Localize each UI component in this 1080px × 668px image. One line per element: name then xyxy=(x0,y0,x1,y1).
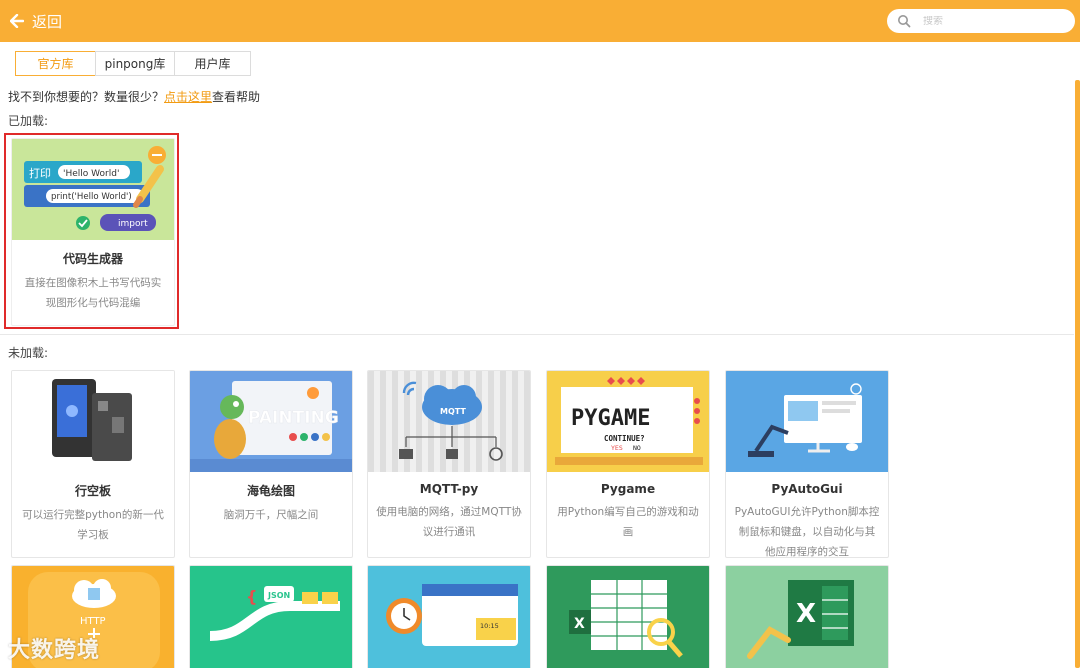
card-excel-a[interactable]: X xyxy=(546,565,710,668)
calendar-clock-illustration: 10:15 xyxy=(368,566,530,668)
card-excel-b[interactable]: X xyxy=(725,565,889,668)
thumb-continue: CONTINUE? xyxy=(604,434,645,443)
search-icon xyxy=(898,15,911,28)
top-bar: 返回 xyxy=(0,0,1080,42)
library-tabs: 官方库 pinpong库 用户库 xyxy=(15,51,251,76)
card-thumbnail: 打印 'Hello World' print('Hello World') im… xyxy=(12,139,174,240)
card-title: PyAutoGui xyxy=(771,482,843,496)
thumb-excel-a: X xyxy=(574,616,585,632)
card-desc: 使用电脑的网络，通过MQTT协议进行通讯 xyxy=(376,506,522,538)
card-json[interactable]: { JSON xyxy=(189,565,353,668)
card-title: Pygame xyxy=(600,482,656,496)
watermark: 大数跨境 xyxy=(8,638,101,663)
thumb-import: import xyxy=(118,219,148,229)
tab-pinpong[interactable]: pinpong库 xyxy=(95,51,175,76)
thumb-no: NO xyxy=(633,444,641,452)
card-thumbnail: MQTT xyxy=(368,371,530,472)
card-desc: 可以运行完整python的新一代学习板 xyxy=(22,509,164,541)
excel-search-illustration: X xyxy=(547,566,709,668)
pygame-illustration: PYGAME CONTINUE? YES NO xyxy=(547,371,709,472)
thumb-print-call: print('Hello World') xyxy=(51,192,132,202)
loaded-section-label: 已加载: xyxy=(8,114,49,128)
card-pyautogui[interactable]: PyAutoGui PyAutoGUI允许Python脚本控制鼠标和键盘，以自动… xyxy=(725,370,889,558)
card-thumbnail: 10:15 xyxy=(368,566,530,668)
card-title: MQTT-py xyxy=(419,482,479,496)
thumb-print-block: 打印 xyxy=(29,166,51,180)
arrow-left-icon xyxy=(10,14,24,28)
thumb-hello: 'Hello World' xyxy=(63,169,119,179)
brace-icon: { xyxy=(246,587,257,606)
thumb-json: JSON xyxy=(267,591,290,600)
card-thumbnail: X xyxy=(726,566,888,668)
section-divider xyxy=(0,334,1074,335)
search-box[interactable] xyxy=(887,9,1075,33)
thumb-painting: PAINTING xyxy=(248,408,339,428)
card-desc: PyAutoGUI允许Python脚本控制鼠标和键盘，以自动化与其他应用程序的交… xyxy=(734,506,880,558)
card-time[interactable]: 10:15 xyxy=(367,565,531,668)
card-code-generator[interactable]: 打印 'Hello World' print('Hello World') im… xyxy=(11,138,175,326)
thumb-time: 10:15 xyxy=(480,622,499,630)
excel-illustration: X xyxy=(726,566,888,668)
card-mqtt[interactable]: MQTT MQTT-py 使用电脑的网络，通过MQTT协议进行通讯 xyxy=(367,370,531,558)
card-desc: 脑洞万千，尺幅之间 xyxy=(223,509,319,521)
card-title: 海龟绘图 xyxy=(246,484,295,498)
json-illustration: { JSON xyxy=(190,566,352,668)
thumb-http: HTTP xyxy=(80,616,106,627)
back-button[interactable]: 返回 xyxy=(10,11,62,31)
card-desc: 直接在图像积木上书写代码实现图形化与代码混编 xyxy=(24,277,162,309)
unloaded-section-label: 未加载: xyxy=(8,346,49,360)
help-text: 找不到你想要的？数量很少？点击这里查看帮助 xyxy=(8,88,260,105)
card-title: 行空板 xyxy=(74,484,111,498)
search-input[interactable] xyxy=(923,15,1063,27)
cloud-network-illustration: MQTT xyxy=(399,381,503,461)
thumb-mqtt: MQTT xyxy=(440,407,466,416)
card-title: 代码生成器 xyxy=(62,252,123,266)
card-thumbnail: PYGAME CONTINUE? YES NO xyxy=(547,371,709,472)
back-label: 返回 xyxy=(32,12,63,31)
scrollbar[interactable] xyxy=(1075,80,1080,668)
card-thumbnail xyxy=(726,371,888,472)
board-illustration xyxy=(52,379,132,461)
card-desc: 用Python编写自己的游戏和动画 xyxy=(557,506,699,538)
tab-user[interactable]: 用户库 xyxy=(174,51,251,76)
thumb-yes: YES xyxy=(611,444,623,452)
card-unihiker[interactable]: 行空板 可以运行完整python的新一代学习板 xyxy=(11,370,175,558)
card-thumbnail: X xyxy=(547,566,709,668)
painting-illustration: PAINTING xyxy=(190,371,352,472)
card-turtle[interactable]: PAINTING 海龟绘图 脑洞万千，尺幅之间 xyxy=(189,370,353,558)
tab-official[interactable]: 官方库 xyxy=(15,51,96,76)
help-prefix: 找不到你想要的？数量很少？ xyxy=(8,90,165,104)
unload-icon[interactable] xyxy=(148,146,166,164)
thumb-excel-b: X xyxy=(796,599,816,629)
card-thumbnail: { JSON xyxy=(190,566,352,668)
help-link[interactable]: 点击这里 xyxy=(164,90,212,104)
thumb-pygame-logo: PYGAME xyxy=(571,406,650,431)
card-thumbnail xyxy=(12,371,174,472)
card-pygame[interactable]: PYGAME CONTINUE? YES NO Pygame 用Python编写… xyxy=(546,370,710,558)
automation-illustration xyxy=(726,371,888,472)
help-suffix: 查看帮助 xyxy=(212,90,261,104)
card-thumbnail: PAINTING xyxy=(190,371,352,472)
